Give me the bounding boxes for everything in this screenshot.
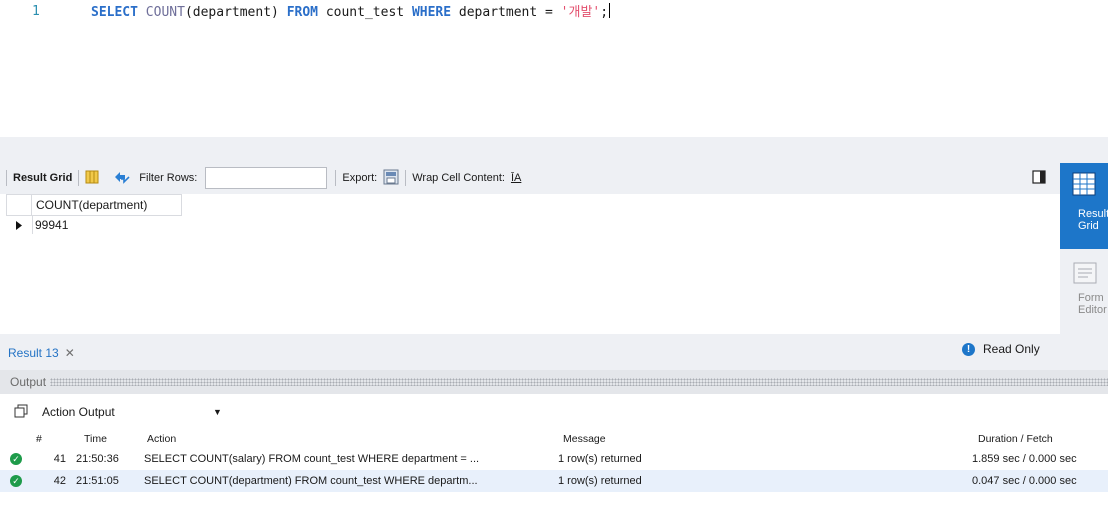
where-column: department =	[458, 5, 553, 20]
panel-drag-handle[interactable]	[50, 378, 1108, 386]
editor-line[interactable]: 1 SELECT COUNT(department) FROM count_te…	[0, 3, 1108, 21]
grid-corner-cell[interactable]	[6, 194, 32, 216]
result-grid[interactable]: COUNT(department) 99941	[0, 194, 1060, 334]
grid-cell[interactable]: 99941	[32, 216, 182, 234]
toolbar-divider	[6, 170, 7, 186]
keyword-select: SELECT	[91, 5, 138, 20]
row-number: 42	[53, 475, 66, 487]
row-action: SELECT COUNT(department) FROM count_test…	[144, 475, 478, 487]
read-only-label: Read Only	[983, 342, 1040, 356]
wrap-cell-content-icon[interactable]: ĪA	[511, 172, 521, 184]
row-time: 21:50:36	[76, 453, 119, 465]
filter-rows-label: Filter Rows:	[139, 172, 198, 184]
output-title: Output	[10, 375, 47, 389]
output-panel-header: Output	[0, 370, 1108, 394]
col-num-header: #	[36, 433, 42, 445]
keyword-where: WHERE	[411, 5, 452, 20]
export-label: Export:	[342, 172, 378, 184]
result-grid-icon	[1072, 172, 1096, 196]
function-argument: (department)	[184, 5, 279, 20]
action-output-table: # Time Action Message Duration / Fetch ✓…	[0, 430, 1108, 492]
output-row[interactable]: ✓ 42 21:51:05 SELECT COUNT(department) F…	[0, 470, 1108, 492]
output-header-row: # Time Action Message Duration / Fetch	[0, 430, 1108, 448]
grid-row[interactable]: 99941	[6, 216, 182, 234]
result-tabs-bar: Result 13 ✕ ! Read Only	[0, 336, 1060, 368]
status-success-icon: ✓	[10, 470, 24, 492]
toolbar-divider	[335, 170, 337, 186]
row-number: 41	[53, 453, 66, 465]
result-toolbar: Result Grid Filter Rows: Export: Wrap Ce…	[0, 163, 1060, 193]
toggle-panel-icon[interactable]	[1032, 169, 1046, 187]
form-editor-icon	[1073, 262, 1097, 284]
table-name: count_test	[325, 5, 405, 20]
toolbar-divider	[405, 170, 407, 186]
function-count: COUNT	[145, 5, 185, 20]
col-time-header: Time	[84, 433, 107, 445]
filter-rows-input[interactable]	[205, 167, 328, 189]
wrap-cell-content-label: Wrap Cell Content:	[412, 172, 505, 184]
text-caret	[609, 3, 611, 18]
col-action-header: Action	[147, 433, 177, 445]
refresh-icon[interactable]	[113, 170, 131, 187]
side-result-grid-label: Result Grid	[1078, 208, 1108, 232]
grid-layout-icon[interactable]	[85, 170, 99, 187]
output-toolbar: Action Output ▼	[0, 398, 1108, 426]
tab-result-13[interactable]: Result 13 ✕	[8, 342, 75, 364]
result-grid-label: Result Grid	[13, 172, 73, 184]
row-time: 21:51:05	[76, 475, 119, 487]
row-action: SELECT COUNT(salary) FROM count_test WHE…	[144, 453, 480, 465]
column-header[interactable]: COUNT(department)	[32, 194, 182, 216]
side-result-grid-button[interactable]: Result Grid	[1060, 163, 1108, 249]
side-form-editor-button[interactable]: Form Editor	[1060, 253, 1108, 333]
output-row[interactable]: ✓ 41 21:50:36 SELECT COUNT(salary) FROM …	[0, 448, 1108, 470]
export-icon[interactable]	[383, 169, 399, 188]
toolbar-divider	[78, 170, 80, 186]
col-message-header: Message	[563, 433, 606, 445]
row-duration: 0.047 sec / 0.000 sec	[972, 475, 1077, 487]
output-type-select[interactable]: Action Output	[42, 405, 115, 419]
col-duration-header: Duration / Fetch	[978, 433, 1053, 445]
tab-label: Result 13	[8, 346, 59, 360]
info-icon: !	[962, 342, 975, 356]
read-only-indicator: ! Read Only	[962, 342, 1040, 356]
side-panel: Result Grid Form Editor	[1060, 163, 1108, 368]
grid-header-row: COUNT(department)	[6, 194, 182, 216]
copy-icon[interactable]	[14, 404, 28, 421]
row-message: 1 row(s) returned	[558, 453, 642, 465]
line-number: 1	[32, 4, 40, 19]
row-duration: 1.859 sec / 0.000 sec	[972, 453, 1077, 465]
row-pointer-icon	[6, 216, 32, 234]
string-literal: '개발'	[560, 5, 601, 20]
row-message: 1 row(s) returned	[558, 475, 642, 487]
chevron-down-icon[interactable]: ▼	[213, 407, 222, 417]
semicolon: ;	[600, 5, 609, 20]
keyword-from: FROM	[286, 5, 318, 20]
side-form-editor-label: Form Editor	[1078, 292, 1107, 316]
close-icon[interactable]: ✕	[65, 346, 75, 360]
status-success-icon: ✓	[10, 448, 24, 470]
sql-query-text[interactable]: SELECT COUNT(department) FROM count_test…	[91, 3, 611, 22]
sql-editor[interactable]: 1 SELECT COUNT(department) FROM count_te…	[0, 0, 1108, 137]
